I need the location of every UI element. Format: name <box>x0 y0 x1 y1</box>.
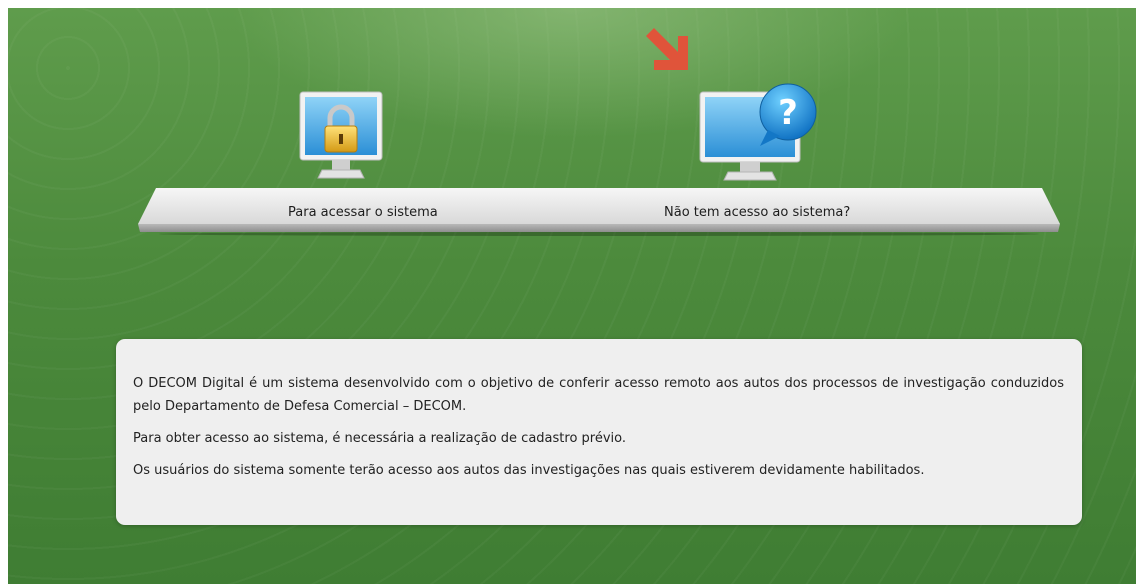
access-system-label[interactable]: Para acessar o sistema <box>288 205 438 220</box>
info-box: O DECOM Digital é um sistema desenvolvid… <box>116 339 1082 525</box>
info-paragraph: Para obter acesso ao sistema, é necessár… <box>133 431 627 446</box>
red-arrow-icon <box>642 24 694 80</box>
page-background: Para acessar o sistema ? Não tem acesso … <box>8 8 1136 584</box>
monitor-question-icon: ? <box>699 83 817 181</box>
access-system-button[interactable] <box>298 90 384 190</box>
options-shelf <box>136 186 1062 236</box>
svg-text:?: ? <box>778 93 798 133</box>
no-access-label[interactable]: Não tem acesso ao sistema? <box>664 205 850 220</box>
info-paragraph: O DECOM Digital é um sistema desenvolvid… <box>133 376 1064 414</box>
no-access-button[interactable]: ? <box>698 78 820 190</box>
info-paragraph: Os usuários do sistema somente terão ace… <box>133 463 925 478</box>
monitor-lock-icon <box>299 91 383 179</box>
